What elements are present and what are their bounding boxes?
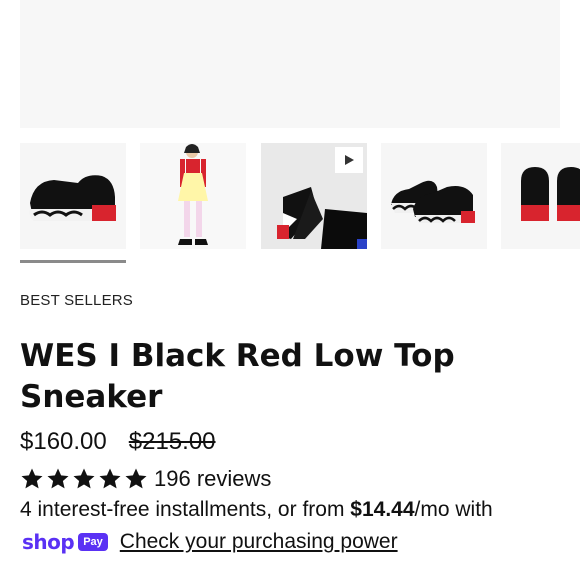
star-icon xyxy=(73,468,95,489)
check-purchasing-power-link[interactable]: Check your purchasing power xyxy=(120,530,398,554)
product-title: WES I Black Red Low Top Sneaker xyxy=(20,338,455,415)
thumbnail-model[interactable] xyxy=(140,143,246,249)
main-product-image[interactable] xyxy=(20,0,560,128)
sale-price: $160.00 xyxy=(20,428,107,455)
video-play-button[interactable] xyxy=(335,147,363,173)
sneaker-back-image xyxy=(501,143,580,249)
star-icon xyxy=(99,468,121,489)
installment-amount: $14.44 xyxy=(350,498,415,521)
compare-at-price: $215.00 xyxy=(128,428,216,455)
price-row: $160.00 $215.00 xyxy=(20,428,216,456)
installments-suffix: /mo with xyxy=(414,498,493,521)
installments-prefix: 4 interest-free installments, or from xyxy=(20,498,351,521)
rating-summary[interactable]: 196 reviews xyxy=(20,466,271,492)
thumbnail-sneaker-back[interactable] xyxy=(501,143,580,249)
star-icon xyxy=(21,468,43,489)
play-icon xyxy=(345,155,354,165)
shop-pay-badge: Pay xyxy=(78,533,108,551)
shop-pay-logo: shop xyxy=(22,530,75,554)
star-icon xyxy=(125,468,147,489)
thumbnail-video[interactable] xyxy=(261,143,367,249)
sneaker-side-image xyxy=(20,143,126,249)
thumbnail-sneaker-pair[interactable] xyxy=(381,143,487,249)
star-icon xyxy=(47,468,69,489)
gallery-scroll-indicator xyxy=(20,260,126,263)
collection-label[interactable]: BEST SELLERS xyxy=(20,292,133,309)
model-image xyxy=(140,143,246,249)
reviews-count-link[interactable]: 196 reviews xyxy=(154,466,271,492)
thumbnail-strip xyxy=(20,143,580,249)
shop-pay-row: shop Pay Check your purchasing power xyxy=(22,530,398,554)
sneaker-pair-image xyxy=(381,143,487,249)
thumbnail-sneaker-side[interactable] xyxy=(20,143,126,249)
installments-text: 4 interest-free installments, or from $1… xyxy=(20,498,493,522)
